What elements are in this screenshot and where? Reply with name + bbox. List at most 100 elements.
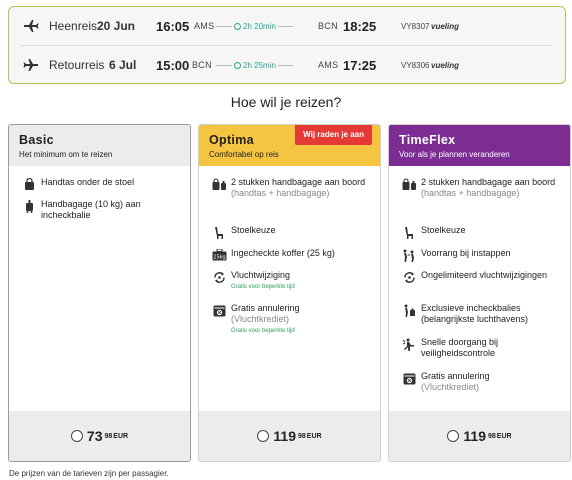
arrive-airport: AMS [318,60,339,70]
price-cents: 98 [298,432,306,440]
depart-time: 15:00 [156,57,190,73]
airline-logo: vueling [431,60,460,70]
flight-duration: 2h 20min [232,21,278,31]
feature-item: 2 stukken handbagage aan boord (handtas … [211,177,371,199]
feature-note: (Vluchtkrediet) [231,314,290,324]
feature-item: 2 stukken handbagage aan boord (handtas … [401,177,561,199]
arrive-time: 17:25 [343,57,377,73]
clock-icon [234,22,241,30]
fare-header: Basic Het minimum om te reizen [9,125,190,166]
clock-icon [234,61,241,69]
depart-time: 16:05 [156,18,190,34]
feature-item: Ongelimiteerd vluchtwijzigingen [401,270,561,283]
recommended-badge: Wij raden je aan [295,125,372,145]
svg-text:25kg: 25kg [213,255,225,261]
duration-text: 2h 25min [243,60,276,70]
feature-note: (handtas + handbagage) [231,188,330,198]
feature-text: Ingecheckte koffer (25 kg) [231,248,335,258]
change-icon [211,271,227,283]
flight-duration: 2h 25min [232,60,278,70]
depart-airport: BCN [192,60,212,70]
flight-direction: Retourreis [49,58,105,72]
fare-subtitle: Comfortabel op reis [209,150,279,159]
feature-text: Handbagage (10 kg) aan incheckbalie [41,199,141,220]
price-currency: EUR [306,432,322,440]
price-amount: 73 [86,428,103,444]
flight-date: 20 Jun [97,19,136,33]
fare-radio[interactable] [447,430,460,442]
airline-logo: vueling [431,21,460,31]
return-flight-row: Retourreis 6 Jul 15:00 BCN 2h 25min AMS … [9,46,565,84]
promo-text: Gratis voor beperkte tijd [231,328,295,334]
fare-price[interactable]: 73 98 EUR [9,411,190,461]
price-amount: 119 [463,428,486,444]
feature-text: Snelle doorgang bij veiligheidscontrole [421,337,499,358]
fare-price[interactable]: 119 98 EUR [199,411,380,461]
feature-text: Handtas onder de stoel [41,177,135,187]
fare-price[interactable]: 119 98 EUR [389,411,570,461]
feature-label: Gratis annulering [421,371,490,381]
feature-item: Gratis annulering (Vluchtkrediet) Gratis v… [211,303,371,337]
promo-text: Gratis voor beperkte tijd [231,284,295,290]
feature-item: Voorrang bij instappen [401,248,561,262]
price-cents: 98 [488,432,496,440]
feature-item: Exclusieve incheckbalies (belangrijkste … [401,303,561,325]
feature-text: Stoelkeuze [231,225,276,235]
feature-label: Vluchtwijziging [231,270,291,280]
feature-text: Voorrang bij instappen [421,248,511,258]
feature-text: 2 stukken handbagage aan boord (handtas … [421,177,561,199]
feature-label: Gratis annulering [231,303,300,313]
fare-header: TimeFlex Voor als je plannen veranderen [389,125,570,166]
seat-icon [211,226,227,239]
feature-item: 25kg Ingecheckte koffer (25 kg) [211,248,371,261]
feature-item: Handtas onder de stoel [21,177,181,190]
feature-label: 2 stukken handbagage aan boord [231,177,366,187]
feature-text: Gratis annulering (Vluchtkrediet) Gratis v… [231,303,300,337]
feature-text: Ongelimiteerd vluchtwijzigingen [421,270,548,280]
price-cents: 98 [104,432,113,440]
feature-item: Handbagage (10 kg) aan incheckbalie [21,199,181,221]
flight-summary: Heenreis 20 Jun 16:05 AMS 2h 20min BCN 1… [8,6,566,84]
feature-item: Vluchtwijziging Gratis voor beperkte tijd [211,270,371,293]
trolley-icon [21,200,37,213]
suitcase-icon: 25kg [211,249,227,261]
fare-radio[interactable] [70,430,83,442]
feature-item: Stoelkeuze [211,225,371,239]
feature-text: Exclusieve incheckbalies (belangrijkste … [421,303,529,324]
security-icon [401,338,417,351]
feature-item: Gratis annulering (Vluchtkrediet) [401,371,561,393]
handbag-icon [21,178,37,190]
bags-icon [211,178,227,190]
flight-number: VY8306 [401,60,430,70]
feature-label: 2 stukken handbagage aan boord [421,177,556,187]
feature-note: (Vluchtkrediet) [421,382,480,392]
price-amount: 119 [273,428,296,444]
bags-icon [401,178,417,190]
plane-icon [23,59,38,71]
fare-card-basic[interactable]: Basic Het minimum om te reizen Handtas o… [8,124,191,462]
plane-icon [24,20,39,32]
flight-number: VY8307 [401,21,430,31]
duration-text: 2h 20min [243,21,276,31]
price-footnote: De prijzen van de tarieven zijn per pass… [9,469,169,478]
page-title: Hoe wil je reizen? [230,94,342,110]
change-icon [401,271,417,283]
feature-item: Snelle doorgang bij veiligheidscontrole [401,337,561,359]
fare-subtitle: Het minimum om te reizen [19,150,113,159]
fare-name: TimeFlex [399,133,456,147]
seat-icon [401,226,417,239]
feature-text: Vluchtwijziging Gratis voor beperkte tijd [231,270,295,293]
arrive-airport: BCN [318,21,338,31]
fare-card-optima[interactable]: Optima Comfortabel op reis Wij raden je … [198,124,381,462]
feature-note: (handtas + handbagage) [421,188,520,198]
fare-name: Basic [19,133,54,147]
flight-direction: Heenreis [49,19,98,33]
feature-text: Gratis annulering (Vluchtkrediet) [421,371,490,393]
fare-subtitle: Voor als je plannen veranderen [399,150,510,159]
fare-radio[interactable] [257,430,270,442]
price-currency: EUR [496,432,512,440]
arrive-time: 18:25 [343,18,377,34]
cancel-icon [211,304,227,317]
fare-card-timeflex[interactable]: TimeFlex Voor als je plannen veranderen … [388,124,571,462]
checkin-icon [401,304,417,317]
